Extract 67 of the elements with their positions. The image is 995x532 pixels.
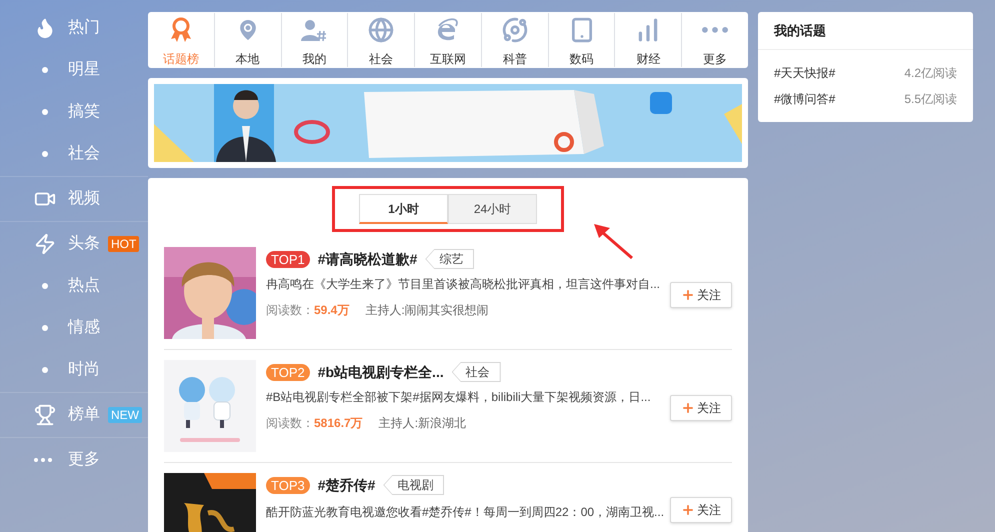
sidebar-label: 明星: [68, 60, 100, 80]
sidebar-label: 热门: [68, 18, 100, 38]
category-tab[interactable]: 互联网: [415, 12, 481, 68]
plus-icon: [681, 288, 695, 302]
user-hash-icon: [301, 18, 328, 42]
category-tag: 社会: [452, 362, 501, 382]
category-tab[interactable]: 科普: [482, 12, 548, 68]
trophy-icon: [34, 404, 56, 426]
host-name: 主持人:新浪湖北: [378, 415, 466, 432]
sidebar-label: 搞笑: [68, 102, 100, 122]
read-count-label: 阅读数：: [266, 415, 314, 432]
bullet-icon: [42, 325, 48, 331]
rank-badge: TOP2: [266, 364, 310, 380]
sidebar-label: 时尚: [68, 360, 100, 380]
category-tab[interactable]: 本地: [214, 12, 281, 68]
follow-button[interactable]: 关注: [670, 497, 732, 523]
bullet-icon: [42, 367, 48, 373]
category-tab[interactable]: 社会: [348, 12, 414, 68]
badge: HOT: [108, 236, 140, 252]
more-icon: [702, 27, 728, 33]
topic-description: #B站电视剧专栏全部被下架#据网友爆料，bilibili大量下架视频资源，日...: [266, 389, 652, 406]
topic-description: 冉高鸣在《大学生来了》节目里首谈被高晓松批评真相，坦言这件事对自...: [266, 276, 662, 293]
read-count: 5.5亿阅读: [904, 91, 957, 108]
sidebar-label: 更多: [68, 450, 100, 470]
card-title: 我的话题: [774, 22, 826, 40]
sidebar-label: 榜单: [68, 404, 100, 425]
category-tab[interactable]: 财经: [615, 12, 682, 68]
bullet-icon: [42, 109, 48, 115]
category-tag: 电视剧: [383, 475, 444, 495]
badge: NEW: [108, 407, 142, 423]
arrow-icon: [592, 222, 634, 260]
category-tab[interactable]: 我的: [282, 12, 348, 68]
sidebar-label: 社会: [68, 144, 100, 164]
lightning-icon: [34, 233, 56, 255]
ribbon-award-icon: [168, 17, 193, 43]
topic-link[interactable]: #天天快报#: [774, 64, 836, 82]
bullet-icon: [42, 151, 48, 157]
topic-title[interactable]: #请高晓松道歉#: [318, 248, 418, 270]
topic-title[interactable]: #楚乔传#: [318, 474, 376, 496]
rank-badge: TOP1: [266, 250, 310, 268]
rank-badge: TOP3: [266, 476, 310, 494]
plus-icon: [681, 401, 695, 415]
sidebar-label: 头条: [68, 234, 100, 254]
plus-icon: [681, 503, 695, 517]
sidebar-label: 视频: [68, 188, 100, 209]
category-tab[interactable]: 更多: [682, 12, 748, 68]
follow-button[interactable]: 关注: [670, 395, 732, 421]
topic-description: 酷开防蓝光教育电视邀您收看#楚乔传#！每周一到周四22：00，湖南卫视...: [266, 504, 664, 521]
follow-button[interactable]: 关注: [670, 282, 732, 308]
sidebar-label: 热点: [68, 276, 100, 296]
bullet-icon: [42, 283, 48, 289]
time-tab[interactable]: 24小时: [448, 194, 537, 224]
read-count: 5816.7万: [314, 415, 363, 432]
bullet-icon: [42, 67, 48, 73]
time-tab[interactable]: 1小时: [359, 194, 448, 224]
category-tab[interactable]: 数码: [548, 12, 614, 68]
globe-icon: [368, 17, 394, 43]
host-name: 主持人:闹闹其实很想闹: [365, 302, 489, 319]
read-count-label: 阅读数：: [266, 302, 314, 319]
more-icon: [34, 458, 52, 462]
sidebar-label: 情感: [68, 318, 100, 338]
orbit-icon: [502, 17, 528, 43]
category-tag: 综艺: [425, 249, 474, 269]
read-count: 59.4万: [314, 302, 350, 319]
topic-link[interactable]: #微博问答#: [774, 90, 836, 108]
topic-title[interactable]: #b站电视剧专栏全...: [318, 362, 444, 382]
read-count: 4.2亿阅读: [904, 65, 957, 82]
